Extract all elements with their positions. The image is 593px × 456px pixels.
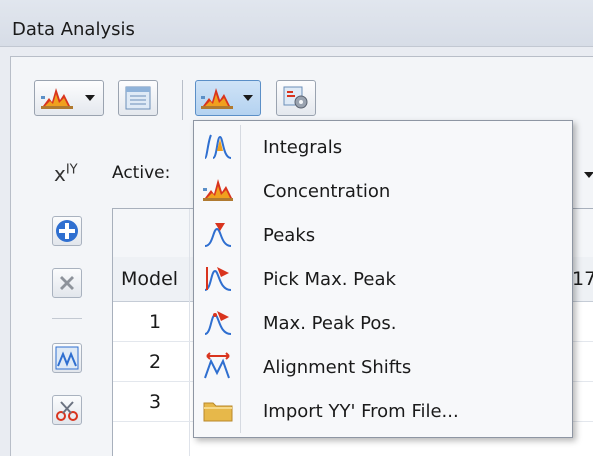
- peaks-icon: [204, 223, 232, 247]
- analysis-dropdown-button[interactable]: [195, 80, 261, 116]
- menu-item-pick-max-peak[interactable]: Pick Max. Peak: [197, 257, 569, 301]
- active-combo-arrow-icon[interactable]: [584, 172, 593, 178]
- analysis-dropdown-menu: Integrals Concentration Peaks Pick Max. …: [193, 120, 573, 438]
- remove-icon: [60, 276, 74, 290]
- menu-item-label: Import YY' From File...: [263, 401, 459, 422]
- menu-item-label: Max. Peak Pos.: [263, 313, 397, 334]
- menu-item-alignment-shifts[interactable]: Alignment Shifts: [197, 345, 569, 389]
- table-view-icon: [125, 86, 151, 110]
- menu-item-peaks[interactable]: Peaks: [197, 213, 569, 257]
- xy-mode-label: xIY: [54, 162, 78, 186]
- cut-icon: [56, 401, 78, 421]
- cut-button[interactable]: [52, 395, 82, 425]
- remove-button[interactable]: [52, 268, 82, 298]
- concentration-icon: [203, 179, 233, 201]
- menu-item-label: Pick Max. Peak: [263, 269, 396, 290]
- concentration-dropdown-button[interactable]: [34, 80, 104, 116]
- max-peak-pos-icon: [204, 311, 232, 335]
- alignment-button[interactable]: [52, 343, 82, 373]
- toolbar-separator: [182, 80, 183, 120]
- table-view-button[interactable]: [118, 80, 158, 116]
- menu-item-label: Concentration: [263, 181, 391, 202]
- row-model-cell: 1: [149, 311, 162, 333]
- add-button[interactable]: [52, 216, 82, 246]
- integrals-icon: [204, 134, 232, 159]
- column-header-partial[interactable]: 17: [572, 268, 593, 290]
- menu-item-import-yy[interactable]: Import YY' From File...: [197, 389, 569, 433]
- active-label: Active:: [112, 163, 171, 183]
- menu-item-label: Peaks: [263, 225, 316, 246]
- row-model-cell: 2: [149, 351, 162, 373]
- settings-icon: [283, 86, 308, 109]
- concentration-chart-icon: [41, 88, 73, 109]
- menu-item-concentration[interactable]: Concentration: [197, 169, 569, 213]
- pick-max-peak-icon: [204, 267, 232, 291]
- menu-item-max-peak-pos[interactable]: Max. Peak Pos.: [197, 301, 569, 345]
- concentration-chart-icon: [201, 88, 233, 109]
- settings-button[interactable]: [276, 80, 316, 116]
- window-title: Data Analysis: [12, 19, 135, 40]
- sidebar-separator: [52, 318, 82, 319]
- alignment-shifts-icon: [204, 352, 230, 379]
- folder-icon: [203, 402, 233, 422]
- row-model-cell: 3: [149, 391, 162, 413]
- alignment-shifts-icon: [55, 346, 79, 370]
- add-icon: [56, 220, 78, 242]
- title-bar: Data Analysis: [0, 0, 593, 47]
- dropdown-arrow-icon: [83, 89, 97, 107]
- menu-item-label: Integrals: [263, 137, 343, 158]
- menu-item-label: Alignment Shifts: [263, 357, 412, 378]
- dropdown-arrow-icon: [241, 89, 255, 107]
- column-header-model[interactable]: Model: [121, 268, 178, 290]
- menu-item-integrals[interactable]: Integrals: [197, 125, 569, 169]
